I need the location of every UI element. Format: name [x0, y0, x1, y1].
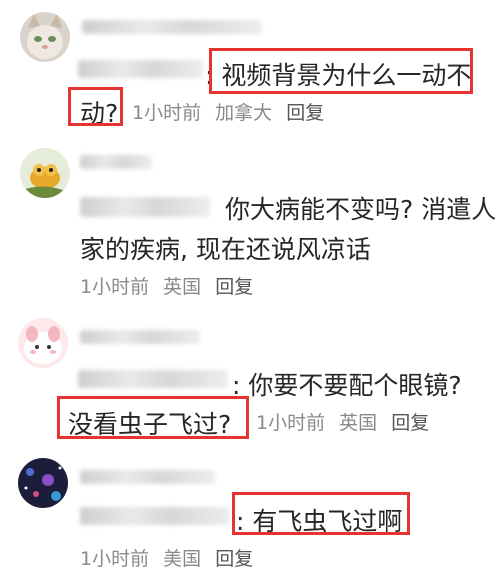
comment-meta: 1小时前 英国 回复 — [256, 408, 437, 435]
avatar-cat[interactable] — [20, 12, 70, 62]
comment-time: 1小时前 — [256, 412, 326, 434]
username-blurred — [80, 330, 200, 344]
reply-button[interactable]: 回复 — [215, 276, 253, 298]
comment-meta: 1小时前 美国 回复 — [80, 544, 261, 571]
highlight-box — [57, 396, 249, 439]
username-blurred — [82, 20, 262, 34]
comment-time: 1小时前 — [80, 548, 150, 570]
comment-meta: 1小时前 英国 回复 — [80, 272, 261, 299]
cat-icon — [20, 12, 70, 62]
highlight-box — [209, 48, 473, 94]
comment-location: 加拿大 — [215, 102, 273, 124]
avatar-space[interactable] — [18, 458, 68, 508]
comment-location: 英国 — [339, 412, 378, 434]
reply-target-blurred — [80, 507, 230, 525]
reply-button[interactable]: 回复 — [286, 102, 324, 124]
comment-location: 美国 — [163, 548, 202, 570]
reply-target-blurred — [78, 370, 228, 388]
reply-button[interactable]: 回复 — [391, 412, 429, 434]
cartoon-character-icon — [18, 318, 68, 368]
reply-target-blurred — [80, 197, 210, 217]
comment-text-line2: 家的疾病, 现在还说风凉话 — [80, 235, 371, 264]
comment-text-line1: 你大病能不变吗? 消遣人 — [225, 195, 497, 224]
username-blurred — [80, 470, 215, 484]
highlight-box — [68, 87, 123, 126]
reply-target-blurred — [78, 60, 203, 78]
space-image-icon — [18, 458, 68, 508]
highlight-box — [232, 492, 410, 535]
comment-time: 1小时前 — [132, 102, 202, 124]
comment-text-line1: : 你要不要配个眼镜? — [232, 371, 462, 400]
username-blurred — [80, 155, 152, 169]
comment-time: 1小时前 — [80, 276, 150, 298]
frog-icon — [20, 148, 70, 198]
avatar-pink[interactable] — [18, 318, 68, 368]
reply-button[interactable]: 回复 — [215, 548, 253, 570]
comment-location: 英国 — [163, 276, 202, 298]
comment-meta: 1小时前 加拿大 回复 — [132, 98, 332, 125]
avatar-frog[interactable] — [20, 148, 70, 198]
